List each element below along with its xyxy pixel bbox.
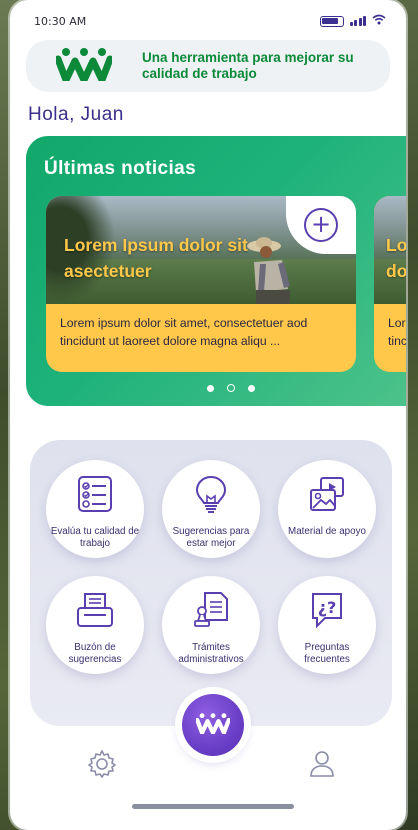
menu-item-label: Trámites administrativos bbox=[178, 642, 244, 665]
menu-item-label: Material de apoyo bbox=[288, 526, 366, 537]
news-card-headline: Lo do bbox=[386, 235, 406, 281]
menu-item-mailbox[interactable]: Buzón de sugerencias bbox=[46, 576, 144, 674]
brand-logo-icon bbox=[195, 712, 231, 738]
status-time: 10:30 AM bbox=[34, 14, 87, 28]
menu-item-label: Evalúa tu calidad de trabajo bbox=[50, 526, 140, 549]
phone-screen: 10:30 AM Una herramienta para mejorar su… bbox=[10, 0, 406, 830]
app-banner: Una herramienta para mejorar su calidad … bbox=[26, 40, 390, 92]
brand-logo-icon bbox=[54, 47, 114, 85]
status-bar: 10:30 AM bbox=[34, 10, 386, 32]
page-dot-active[interactable] bbox=[227, 384, 235, 392]
carousel-pagination bbox=[207, 384, 255, 392]
news-section-title: Últimas noticias bbox=[44, 158, 197, 179]
page-dot[interactable] bbox=[207, 384, 214, 392]
battery-icon bbox=[319, 15, 344, 27]
news-card-next[interactable]: Lo do Lore tinc bbox=[374, 196, 406, 372]
profile-icon[interactable] bbox=[306, 748, 338, 780]
news-card-body: Lore tinc bbox=[388, 316, 406, 348]
news-card[interactable]: + Lorem Ipsum dolor sit asectetuer Lorem… bbox=[46, 196, 356, 372]
signal-icon bbox=[349, 16, 366, 26]
banner-tagline: Una herramienta para mejorar su calidad … bbox=[142, 50, 354, 81]
news-carousel[interactable]: Últimas noticias + Lorem Ipsum dolor sit… bbox=[26, 136, 406, 406]
features-menu: Evalúa tu calidad de trabajo Sugerencias… bbox=[30, 440, 392, 726]
checklist-icon bbox=[75, 474, 115, 518]
wifi-icon bbox=[372, 14, 386, 28]
mailbox-icon bbox=[75, 590, 115, 634]
menu-item-suggestions[interactable]: Sugerencias para estar mejor bbox=[162, 460, 260, 558]
menu-item-procedures[interactable]: Trámites administrativos bbox=[162, 576, 260, 674]
news-card-body: Lorem ipsum dolor sit amet, consectetuer… bbox=[60, 316, 308, 348]
status-icons bbox=[319, 14, 387, 28]
document-stamp-icon bbox=[191, 590, 231, 634]
home-indicator bbox=[132, 804, 294, 809]
menu-item-label: Sugerencias para estar mejor bbox=[172, 526, 250, 549]
lightbulb-icon bbox=[191, 474, 231, 518]
menu-item-faq[interactable]: ¿? Preguntas frecuentes bbox=[278, 576, 376, 674]
faq-icon: ¿? bbox=[307, 590, 347, 634]
menu-item-label: Buzón de sugerencias bbox=[68, 642, 122, 665]
home-button[interactable] bbox=[182, 694, 244, 756]
news-card-headline: Lorem Ipsum dolor sit asectetuer bbox=[64, 235, 248, 281]
settings-icon[interactable] bbox=[86, 748, 118, 780]
menu-item-evaluate[interactable]: Evalúa tu calidad de trabajo bbox=[46, 460, 144, 558]
greeting: Hola, Juan bbox=[28, 104, 124, 125]
plus-icon: + bbox=[304, 208, 338, 242]
menu-item-label: Preguntas frecuentes bbox=[304, 642, 350, 665]
svg-text:¿?: ¿? bbox=[318, 598, 337, 617]
media-gallery-icon bbox=[307, 474, 347, 518]
page-dot[interactable] bbox=[248, 384, 255, 392]
menu-item-material[interactable]: Material de apoyo bbox=[278, 460, 376, 558]
